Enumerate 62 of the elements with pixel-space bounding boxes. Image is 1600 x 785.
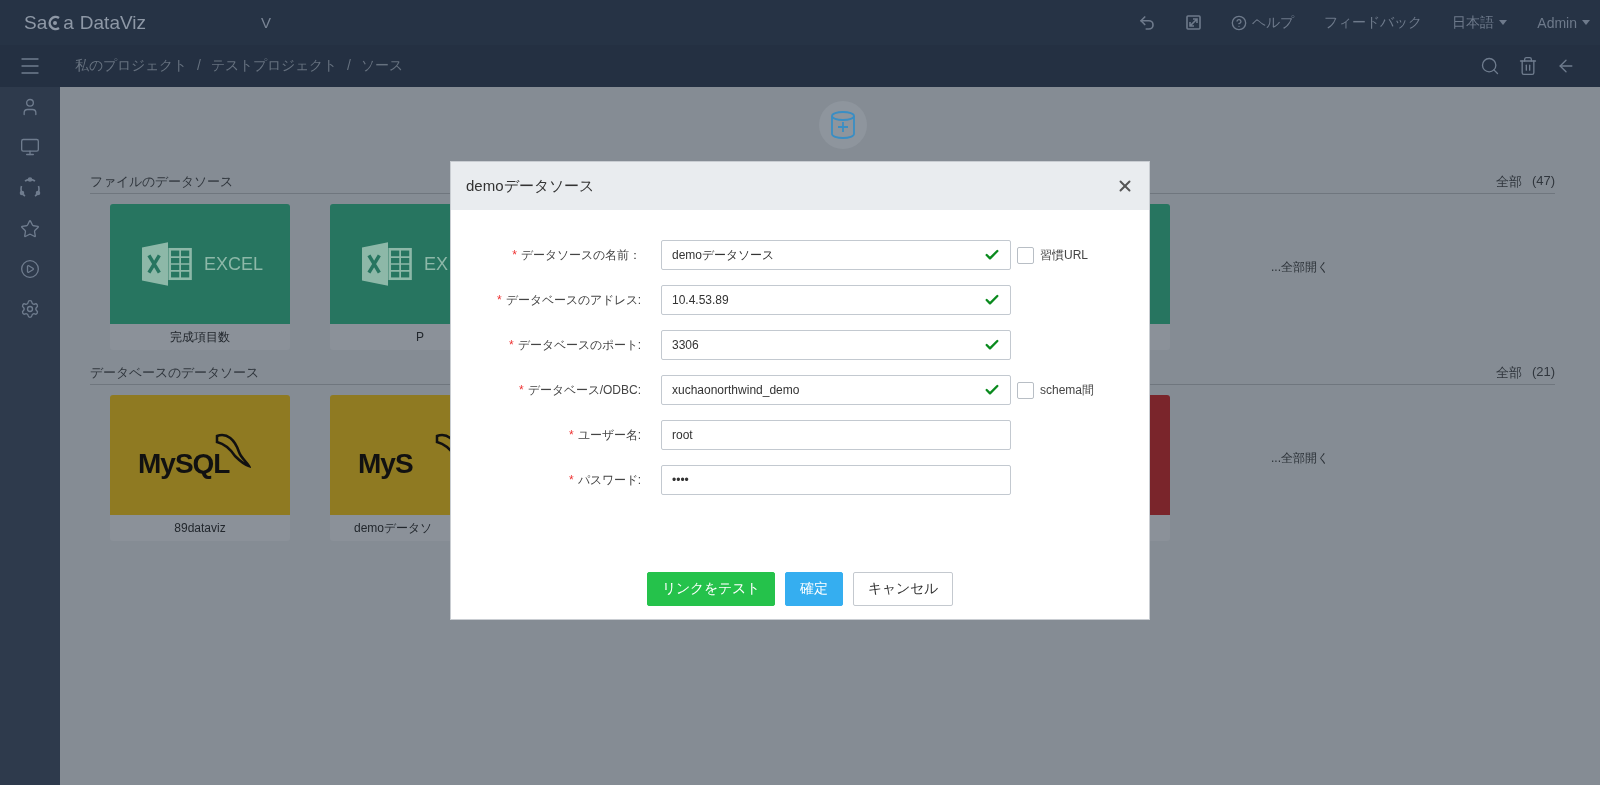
trash-icon[interactable] bbox=[1518, 56, 1538, 76]
field-label: * ユーザー名: bbox=[569, 426, 641, 444]
database-add-icon bbox=[829, 111, 856, 139]
field-label: * パスワード: bbox=[569, 471, 641, 489]
input-field[interactable]: 3306 bbox=[661, 330, 1011, 360]
play-icon[interactable] bbox=[20, 259, 40, 279]
all-label[interactable]: 全部 bbox=[1495, 173, 1522, 191]
search-icon[interactable] bbox=[1480, 56, 1500, 76]
checkbox[interactable] bbox=[1017, 381, 1034, 399]
all-label[interactable]: 全部 bbox=[1495, 364, 1522, 382]
checkbox-label: schema間 bbox=[1040, 381, 1095, 399]
feedback-link[interactable]: フィードバック bbox=[1324, 13, 1423, 32]
caret-icon bbox=[1499, 20, 1508, 25]
card-label: 89dataviz bbox=[174, 521, 226, 535]
test-connection-button[interactable]: リンクをテスト bbox=[647, 572, 775, 606]
breadcrumb-item[interactable]: 私のプロジェクト bbox=[75, 57, 187, 75]
input-field[interactable]: 10.4.53.89 bbox=[661, 285, 1011, 315]
user-menu[interactable]: Admin bbox=[1537, 14, 1590, 31]
logo-text: EXCEL bbox=[204, 253, 264, 275]
input-field[interactable]: xuchaonorthwind_demo bbox=[661, 375, 1011, 405]
spreadsheet-icon bbox=[362, 242, 414, 286]
caret-icon bbox=[1582, 20, 1590, 25]
cycle-icon bbox=[19, 177, 41, 199]
dialog-title: demoデータソース bbox=[466, 176, 594, 196]
breadcrumb-item[interactable]: テストプロジェクト bbox=[210, 57, 337, 75]
open-all-link[interactable]: ...全部開く bbox=[1271, 449, 1329, 467]
logo-text: MyS bbox=[358, 448, 413, 479]
field-label: * データベースのポート: bbox=[509, 336, 641, 354]
close-button[interactable] bbox=[1116, 177, 1134, 195]
spreadsheet-icon bbox=[142, 242, 194, 286]
open-all-link[interactable]: ...全部開く bbox=[1271, 258, 1329, 276]
field-label: * データソースの名前： bbox=[512, 246, 641, 264]
section-title: ファイルのデータソース bbox=[90, 173, 233, 191]
breadcrumb-separator: / bbox=[346, 57, 351, 75]
cancel-button[interactable]: キャンセル bbox=[853, 572, 953, 606]
star-icon[interactable] bbox=[20, 219, 40, 239]
count-label: (47) bbox=[1531, 173, 1555, 190]
logo-text: EX bbox=[424, 253, 448, 275]
undo-icon[interactable] bbox=[1138, 13, 1157, 32]
input-field[interactable]: root bbox=[661, 420, 1011, 450]
checkbox-label: 習慣URL bbox=[1040, 246, 1088, 264]
app-logo: Sa a DataViz bbox=[24, 11, 146, 34]
checkbox[interactable] bbox=[1017, 246, 1034, 264]
logo-text: MySQL bbox=[138, 448, 230, 479]
section-title: データベースのデータソース bbox=[90, 364, 259, 382]
expand-icon[interactable] bbox=[1186, 15, 1202, 30]
input-field[interactable]: demoデータソース bbox=[661, 240, 1011, 270]
card-label: P bbox=[416, 330, 424, 344]
input-field[interactable]: •••• bbox=[661, 465, 1011, 495]
field-label: * データベース/ODBC: bbox=[519, 381, 641, 399]
settings-icon[interactable] bbox=[20, 299, 40, 319]
breadcrumb-item[interactable]: ソース bbox=[360, 57, 403, 75]
help-icon bbox=[1231, 14, 1248, 31]
help-link[interactable]: ヘルプ bbox=[1231, 13, 1295, 32]
project-letter: V bbox=[261, 14, 272, 31]
confirm-button[interactable]: 確定 bbox=[785, 572, 843, 606]
count-label: (21) bbox=[1531, 364, 1555, 381]
language-menu[interactable]: 日本語 bbox=[1452, 13, 1508, 32]
card-label: 完成項目数 bbox=[170, 328, 230, 346]
card-label: demoデータソ bbox=[354, 519, 433, 537]
monitor-icon[interactable] bbox=[20, 137, 40, 157]
breadcrumb-separator: / bbox=[197, 57, 201, 75]
